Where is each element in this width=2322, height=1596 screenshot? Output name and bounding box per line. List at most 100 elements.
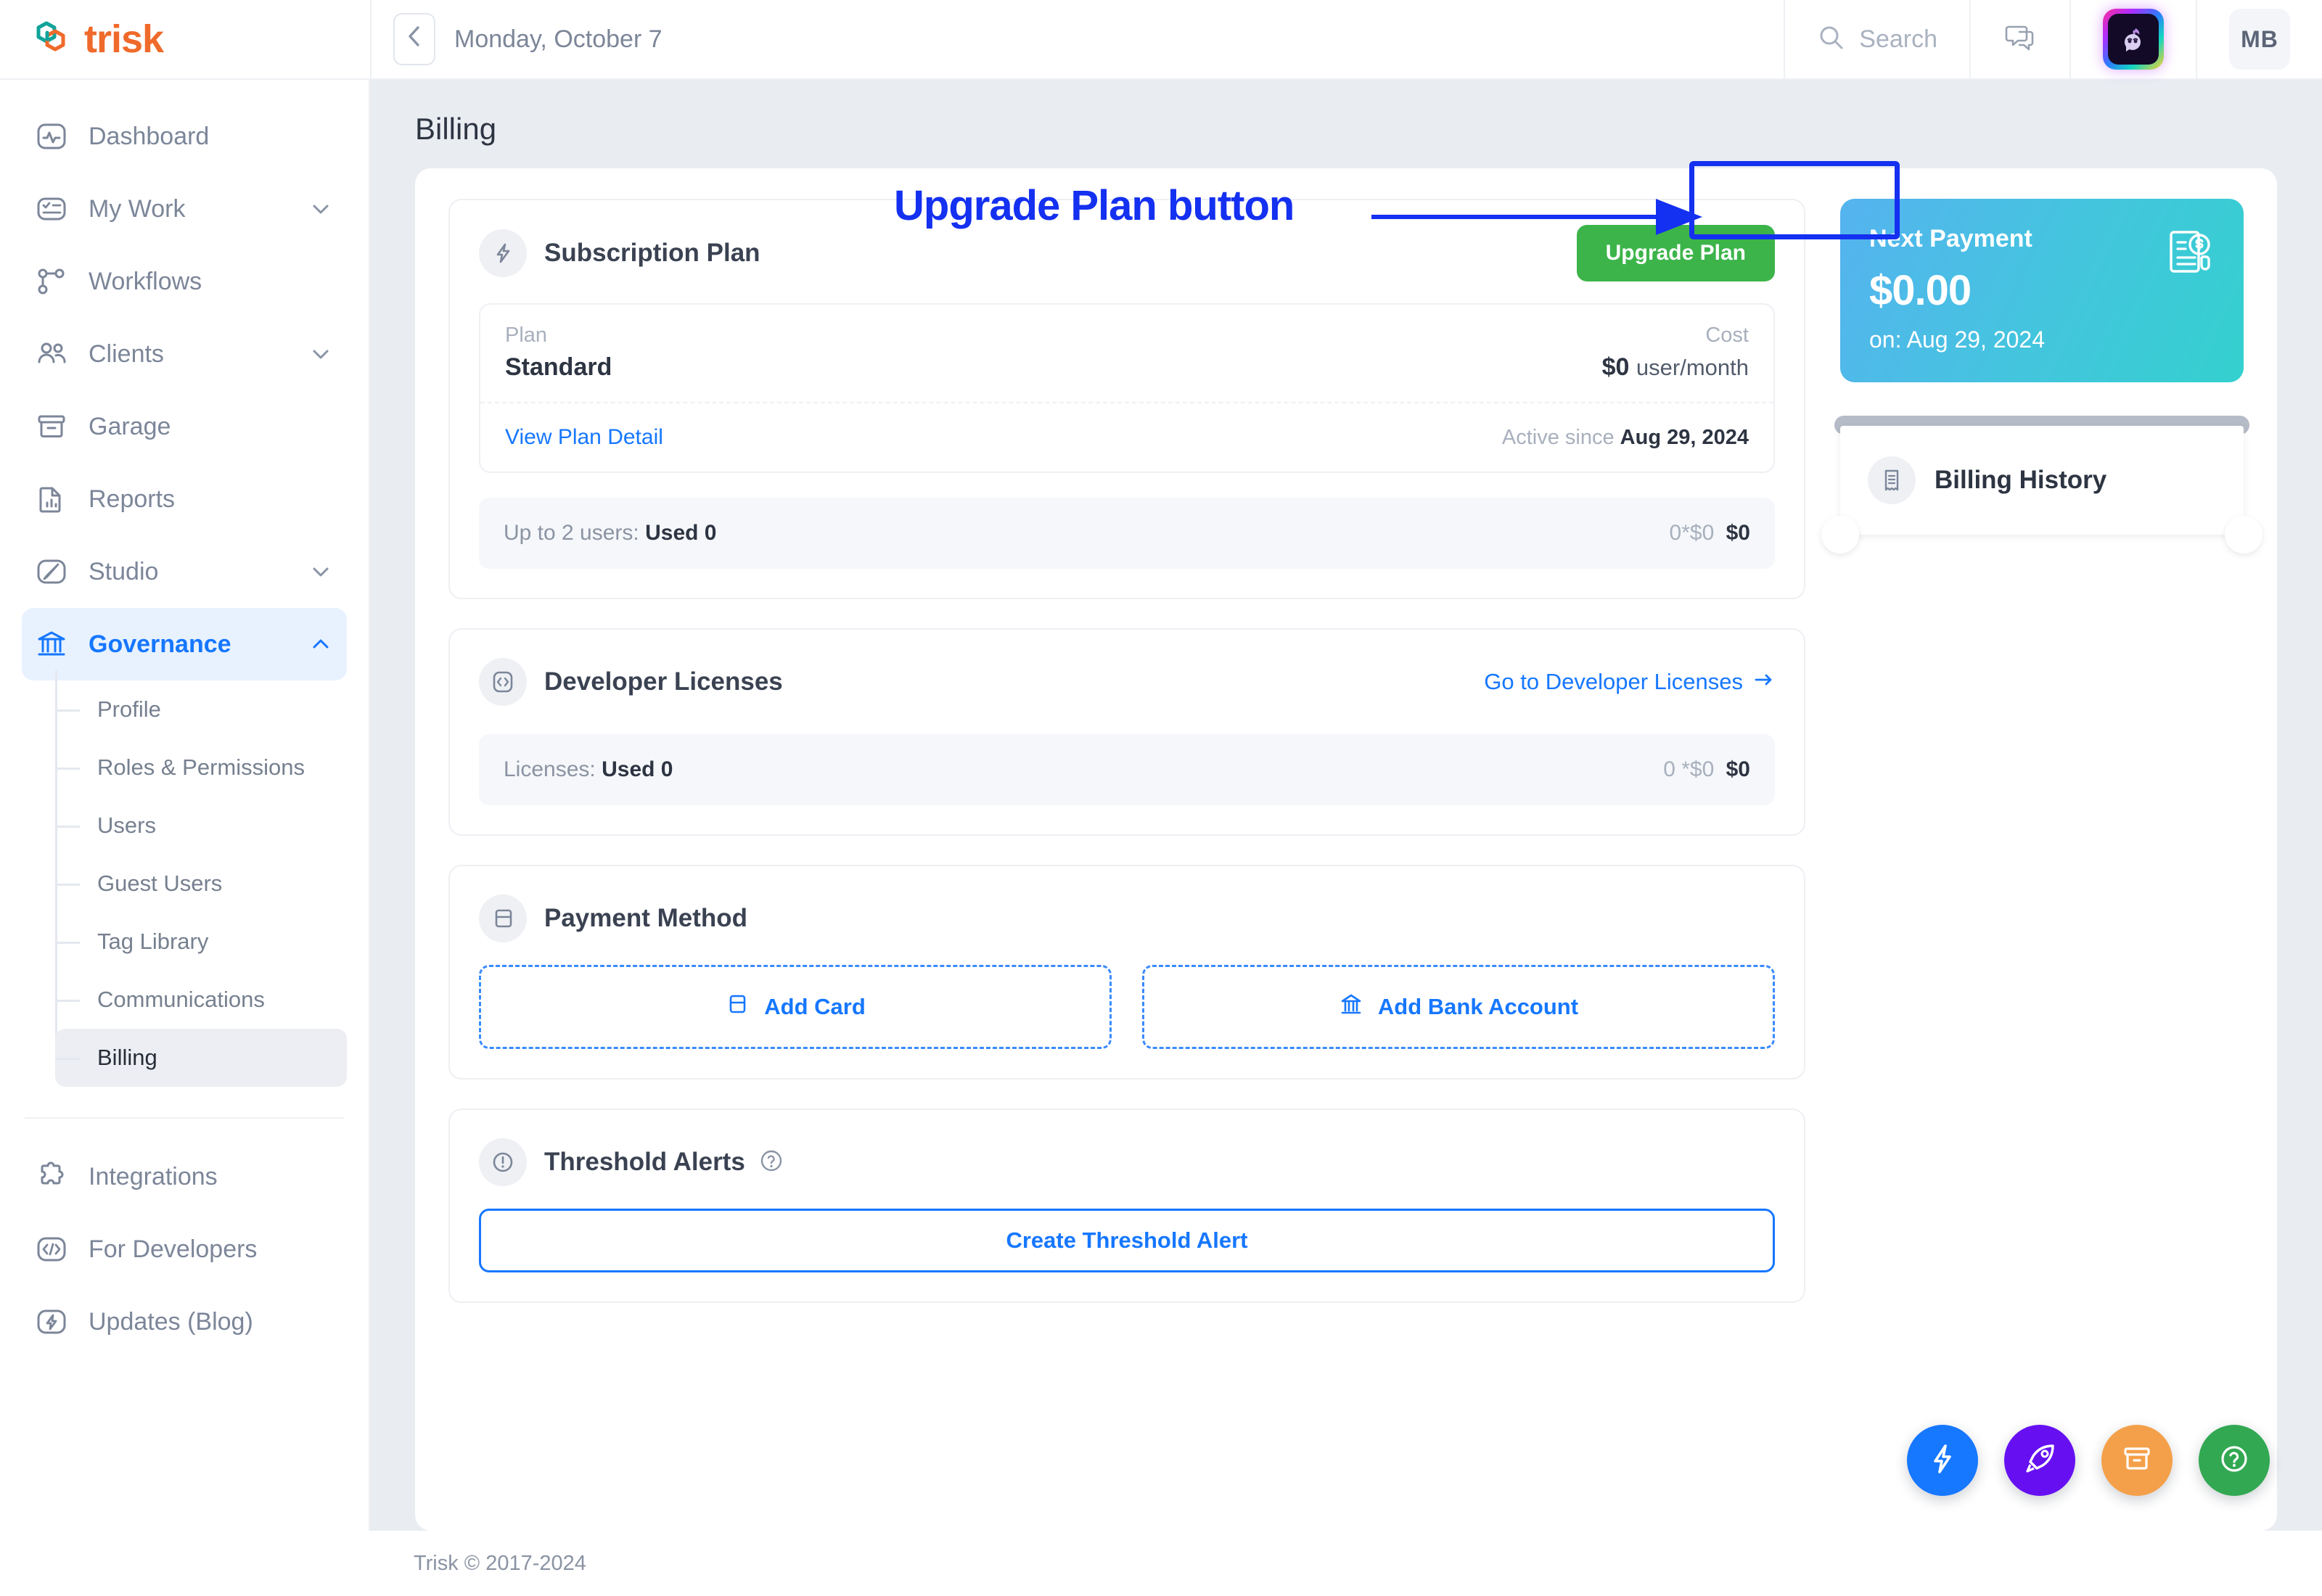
- code-brackets-icon: [35, 1233, 68, 1266]
- floating-action-buttons: [1907, 1425, 2270, 1496]
- task-list-icon: [35, 192, 68, 226]
- sidebar-subitem-users[interactable]: Users: [55, 797, 347, 855]
- plan-cost-unit: user/month: [1636, 355, 1749, 380]
- developer-licenses-panel: Developer Licenses Go to Developer Licen…: [448, 628, 1805, 836]
- go-to-developer-licenses-link[interactable]: Go to Developer Licenses: [1484, 669, 1775, 695]
- help-fab[interactable]: [2199, 1425, 2270, 1496]
- chat-button[interactable]: [1969, 0, 2069, 78]
- chevron-down-icon[interactable]: [308, 559, 334, 585]
- add-card-button[interactable]: Add Card: [479, 965, 1112, 1049]
- plan-detail-box: Plan Cost Standard $0 user/month View Pl…: [479, 303, 1775, 473]
- main-content: Billing Subscription Plan Upgrade Plan P…: [370, 80, 2322, 1531]
- receipt-icon: [1868, 456, 1916, 504]
- sidebar-item-integrations[interactable]: Integrations: [22, 1140, 347, 1213]
- usage-value: Used 0: [602, 757, 673, 781]
- search-cell[interactable]: Search: [1784, 0, 1969, 78]
- next-payment-date: on: Aug 29, 2024: [1869, 326, 2045, 353]
- lightning-bolt-icon: [479, 229, 527, 277]
- usage-left: Up to 2 users: Used 0: [504, 521, 717, 546]
- arrow-right-icon: [1753, 669, 1775, 695]
- activity-monitor-icon: [35, 120, 68, 153]
- rocket-icon: [2021, 1440, 2059, 1481]
- sidebar-item-governance[interactable]: Governance: [22, 608, 347, 680]
- sidebar-item-workflows[interactable]: Workflows: [22, 245, 347, 318]
- plan-table-headers: Plan Cost: [480, 305, 1773, 353]
- search-placeholder: Search: [1859, 25, 1937, 53]
- subitem-label: Billing: [97, 1045, 157, 1070]
- sidebar-subitem-profile[interactable]: Profile: [55, 680, 347, 739]
- subscription-plan-panel: Subscription Plan Upgrade Plan Plan Cost…: [448, 199, 1805, 599]
- subitem-label: Guest Users: [97, 871, 223, 896]
- question-mark-icon[interactable]: [757, 1146, 786, 1179]
- chevron-down-icon[interactable]: [308, 341, 334, 367]
- avatar[interactable]: MB: [2229, 9, 2290, 70]
- add-bank-label: Add Bank Account: [1377, 994, 1579, 1019]
- annotation-arrow-icon: [1371, 199, 1702, 235]
- plan-cost-amount: $0: [1601, 353, 1630, 381]
- sidebar-item-garage[interactable]: Garage: [22, 390, 347, 463]
- sidebar-item-label: Clients: [89, 340, 164, 368]
- chevron-down-icon[interactable]: [308, 196, 334, 222]
- sidebar-item-my-work[interactable]: My Work: [22, 173, 347, 245]
- sidebar-item-studio[interactable]: Studio: [22, 535, 347, 608]
- sidebar-subitem-tag-library[interactable]: Tag Library: [55, 913, 347, 971]
- code-brackets-icon: [479, 658, 527, 706]
- sidebar-item-label: Workflows: [89, 267, 202, 295]
- view-plan-detail-link[interactable]: View Plan Detail: [505, 425, 663, 450]
- sidebar-divider: [25, 1117, 344, 1119]
- threshold-alerts-title: Threshold Alerts: [544, 1148, 745, 1176]
- sidebar-item-reports[interactable]: Reports: [22, 463, 347, 535]
- usage-calc: 0*$0: [1669, 521, 1715, 545]
- bank-columns-icon: [35, 628, 68, 661]
- chevron-up-icon[interactable]: [308, 631, 334, 657]
- user-menu[interactable]: MB: [2196, 0, 2322, 78]
- sidebar-item-label: Integrations: [89, 1162, 218, 1190]
- body-row: Dashboard My Work Workflows Clients Gara…: [0, 80, 2322, 1531]
- sidebar: Dashboard My Work Workflows Clients Gara…: [0, 80, 370, 1531]
- plan-column-header: Plan: [505, 324, 548, 347]
- sidebar-item-dashboard[interactable]: Dashboard: [22, 100, 347, 173]
- add-bank-account-button[interactable]: Add Bank Account: [1142, 965, 1775, 1049]
- plan-table-row: Standard $0 user/month: [480, 353, 1773, 402]
- developer-licenses-header: Developer Licenses Go to Developer Licen…: [479, 654, 1775, 709]
- search-input[interactable]: Search: [1817, 23, 1937, 56]
- usage-calc: 0 *$0: [1663, 757, 1715, 781]
- sidebar-item-for-developers[interactable]: For Developers: [22, 1213, 347, 1286]
- sidebar-item-label: Garage: [89, 412, 171, 440]
- garage-fab[interactable]: [2101, 1425, 2173, 1496]
- quick-action-fab[interactable]: [1907, 1425, 1978, 1496]
- billing-history-card[interactable]: Billing History: [1821, 426, 2262, 554]
- sidebar-item-label: Reports: [89, 485, 176, 513]
- sidebar-subitem-roles-permissions[interactable]: Roles & Permissions: [55, 739, 347, 797]
- sidebar-subitem-guest-users[interactable]: Guest Users: [55, 855, 347, 913]
- sidebar-item-updates-blog[interactable]: Updates (Blog): [22, 1286, 347, 1358]
- next-payment-card: Next Payment $0.00 on: Aug 29, 2024: [1840, 199, 2244, 382]
- brand-logo[interactable]: trisk: [0, 0, 370, 78]
- usage-label: Licenses:: [504, 757, 596, 781]
- launch-fab[interactable]: [2004, 1425, 2075, 1496]
- plan-footer-row: View Plan Detail Active since Aug 29, 20…: [480, 403, 1773, 472]
- ai-assistant-icon: [2103, 9, 2164, 70]
- sidebar-item-clients[interactable]: Clients: [22, 318, 347, 390]
- sidebar-collapse-button[interactable]: [393, 13, 435, 65]
- usage-left: Licenses: Used 0: [504, 757, 673, 782]
- search-icon: [1817, 23, 1846, 56]
- create-threshold-alert-button[interactable]: Create Threshold Alert: [479, 1209, 1775, 1272]
- billing-history-title: Billing History: [1935, 466, 2107, 494]
- billing-history-wrapper: Billing History: [1821, 416, 2262, 554]
- sidebar-subitem-communications[interactable]: Communications: [55, 971, 347, 1029]
- usage-label: Up to 2 users:: [504, 521, 639, 545]
- current-date-label: Monday, October 7: [454, 25, 662, 53]
- developer-licenses-title: Developer Licenses: [544, 667, 783, 696]
- page-title: Billing: [415, 112, 497, 146]
- ai-assistant-button[interactable]: [2069, 0, 2196, 78]
- sidebar-subitem-billing[interactable]: Billing: [55, 1029, 347, 1087]
- go-link-label: Go to Developer Licenses: [1484, 669, 1743, 694]
- report-chart-icon: [35, 482, 68, 516]
- billing-right-column: Next Payment $0.00 on: Aug 29, 2024 Bill…: [1821, 199, 2262, 1500]
- subitem-label: Users: [97, 813, 156, 838]
- plan-name-value: Standard: [505, 353, 612, 381]
- puzzle-piece-icon: [35, 1160, 68, 1193]
- credit-card-icon: [479, 894, 527, 942]
- usage-right: 0*$0 $0: [1670, 521, 1750, 546]
